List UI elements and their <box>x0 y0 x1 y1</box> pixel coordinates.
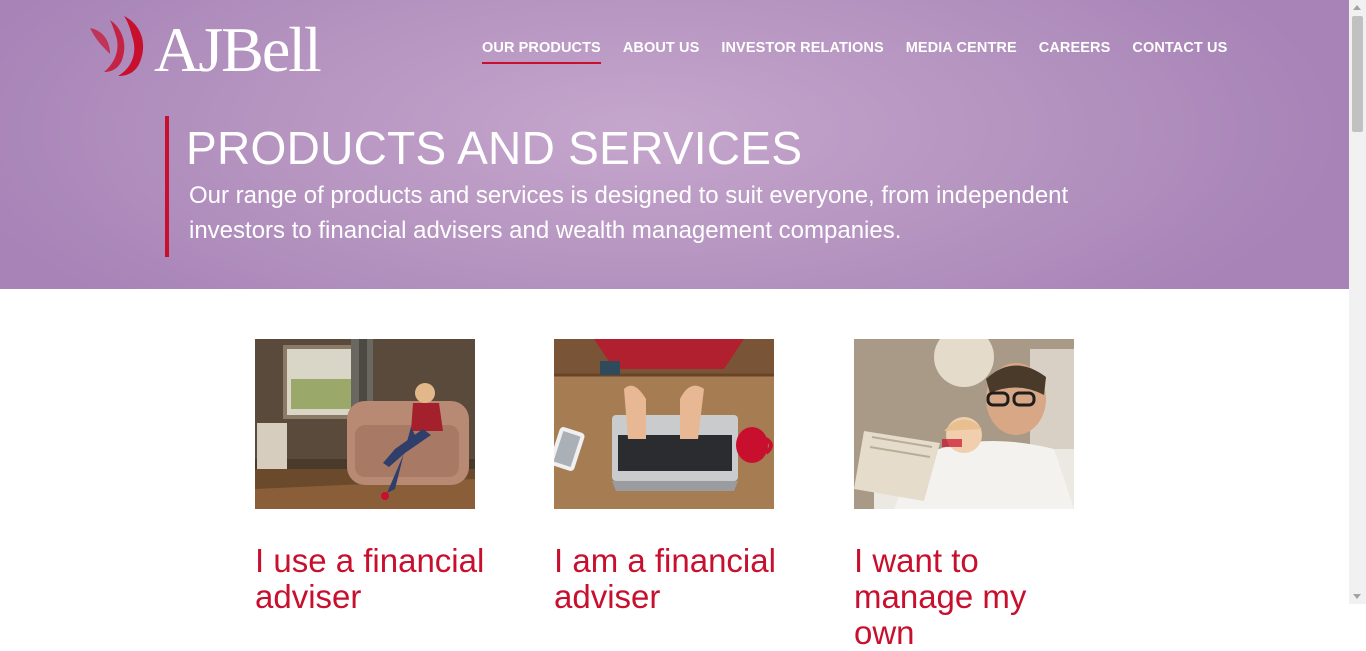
laptop-typing-image <box>554 339 774 509</box>
hero-text-block: PRODUCTS AND SERVICES Our range of produ… <box>165 116 1169 257</box>
father-reading-image <box>854 339 1074 509</box>
nav-contact-us[interactable]: CONTACT US <box>1132 40 1227 64</box>
scroll-down-icon[interactable] <box>1353 594 1361 599</box>
product-card-am-adviser[interactable]: I am a financial adviser <box>554 339 784 615</box>
page-subtitle: Our range of products and services is de… <box>189 182 1069 244</box>
swoosh-logo-icon <box>90 16 144 76</box>
page-title: PRODUCTS AND SERVICES <box>186 122 803 174</box>
card-title-manage-own[interactable]: I want to manage my own <box>854 543 1094 651</box>
main-nav: OUR PRODUCTS ABOUT US INVESTOR RELATIONS… <box>482 40 1249 64</box>
vertical-scrollbar[interactable] <box>1349 0 1366 604</box>
nav-careers[interactable]: CAREERS <box>1039 40 1111 64</box>
nav-investor-relations[interactable]: INVESTOR RELATIONS <box>721 40 883 64</box>
card-title-use-adviser[interactable]: I use a financial adviser <box>255 543 495 615</box>
nav-about-us[interactable]: ABOUT US <box>623 40 700 64</box>
ajbell-logo[interactable]: AJBell <box>88 10 338 90</box>
scroll-up-icon[interactable] <box>1353 5 1361 10</box>
product-card-manage-own[interactable]: I want to manage my own <box>854 339 1084 651</box>
woman-in-armchair-image <box>255 339 475 509</box>
nav-media-centre[interactable]: MEDIA CENTRE <box>906 40 1017 64</box>
card-title-am-adviser[interactable]: I am a financial adviser <box>554 543 794 615</box>
logo-text: AJBell <box>154 14 322 85</box>
nav-our-products[interactable]: OUR PRODUCTS <box>482 40 601 64</box>
scrollbar-thumb[interactable] <box>1352 16 1363 132</box>
hero-banner: AJBell OUR PRODUCTS ABOUT US INVESTOR RE… <box>0 0 1349 289</box>
product-card-use-adviser[interactable]: I use a financial adviser <box>255 339 485 615</box>
